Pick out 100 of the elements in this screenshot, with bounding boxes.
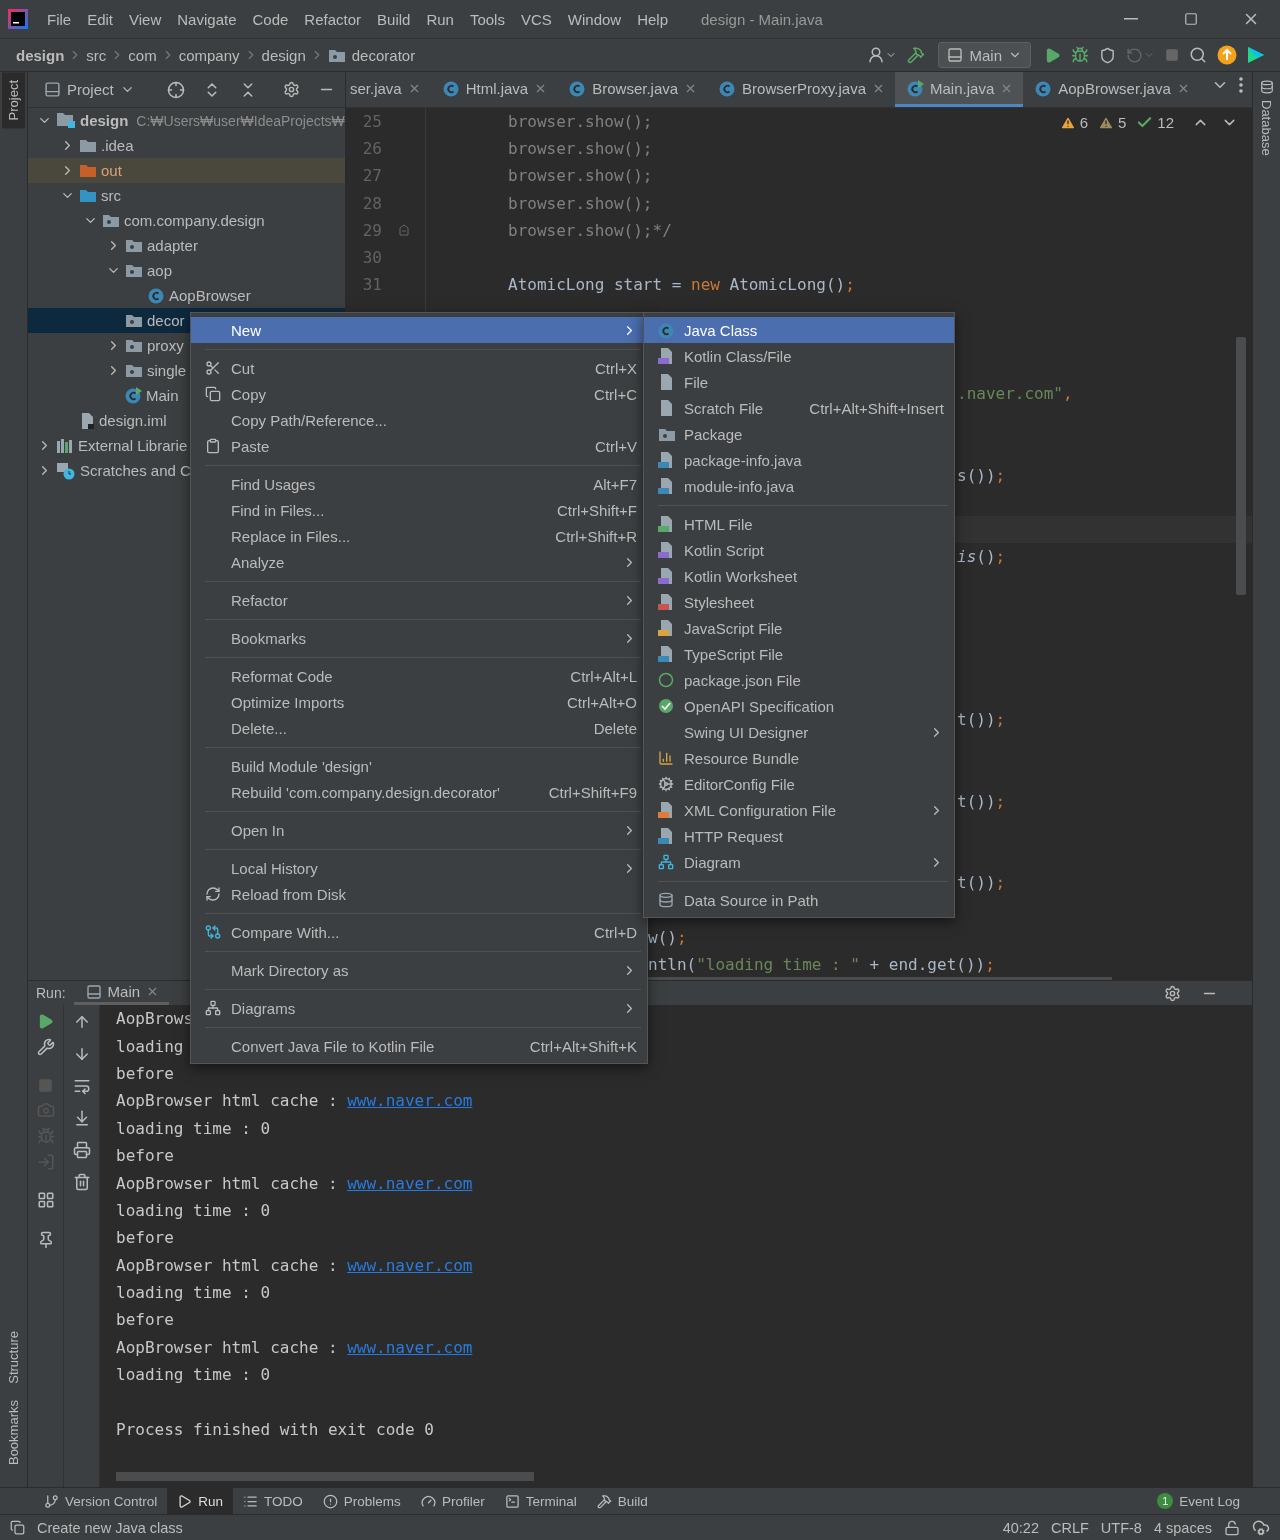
breadcrumb[interactable]: company [178, 46, 240, 64]
menu-item[interactable]: JavaScript File [644, 615, 954, 641]
wrench-icon[interactable] [36, 1038, 55, 1056]
console-link[interactable]: www.naver.com [347, 1091, 473, 1111]
menu-item[interactable]: Compare With... Ctrl+D [191, 919, 647, 945]
menu-item[interactable]: Reformat Code Ctrl+Alt+L [191, 663, 647, 689]
printer-icon[interactable] [72, 1141, 91, 1159]
editor-tab[interactable]: Main.java [895, 72, 1024, 107]
editor-tab[interactable]: BrowserProxy.java [707, 72, 896, 107]
menu-item[interactable]: HTTP Request [644, 823, 954, 849]
tool-tab[interactable]: Terminal [494, 1488, 587, 1514]
menu-item[interactable]: Reload from Disk [191, 881, 647, 907]
tool-tab[interactable]: Version Control [34, 1488, 168, 1514]
breadcrumb[interactable]: decorator [351, 46, 416, 64]
scrollbar-thumb[interactable] [1236, 337, 1246, 595]
editor-tab[interactable]: Browser.java [557, 72, 708, 107]
menu-item[interactable]: Cut Ctrl+X [191, 355, 647, 381]
menu-item[interactable]: File [40, 10, 79, 28]
tool-window-button[interactable]: Database [1255, 72, 1278, 164]
tool-window-button[interactable]: Bookmarks [2, 1391, 25, 1473]
editor-tab[interactable]: Html.java [430, 72, 558, 107]
menu-item[interactable]: Find in Files... Ctrl+Shift+F [191, 497, 647, 523]
tool-window-button[interactable]: Structure [2, 1323, 25, 1392]
settings-icon[interactable] [1164, 984, 1181, 1002]
menu-item[interactable]: Package [644, 421, 954, 447]
indent-setting[interactable]: 4 spaces [1153, 1519, 1212, 1536]
line-ending[interactable]: CRLF [1051, 1519, 1089, 1536]
menu-item[interactable]: Rebuild 'com.company.design.decorator' Ctrl+Shift+F9 [191, 779, 647, 805]
breadcrumb[interactable]: design [16, 46, 65, 64]
tool-tab[interactable]: Problems [312, 1488, 411, 1514]
panel-icon[interactable] [10, 1520, 25, 1535]
menu-item[interactable]: XML Configuration File [644, 797, 954, 823]
menu-item[interactable]: Optimize Imports Ctrl+Alt+O [191, 689, 647, 715]
lock-open-icon[interactable] [1224, 1519, 1240, 1536]
menu-item[interactable]: Diagrams [191, 995, 647, 1021]
menu-item[interactable]: File [644, 369, 954, 395]
breadcrumb[interactable]: design [261, 46, 306, 64]
tree-row[interactable]: com.company.design [28, 208, 345, 233]
trash-icon[interactable] [72, 1173, 91, 1191]
menu-item[interactable]: Convert Java File to Kotlin File Ctrl+Alt+Shift+K [191, 1033, 647, 1059]
console-link[interactable]: www.naver.com [347, 1255, 473, 1275]
menu-item[interactable]: Build Module 'design' [191, 753, 647, 779]
tool-tab[interactable]: Profiler [410, 1488, 495, 1514]
run-config-dropdown[interactable]: Main [938, 42, 1031, 68]
menu-item[interactable]: Build [370, 10, 418, 28]
panel-title[interactable]: Project [67, 81, 114, 98]
menu-item[interactable]: Copy Path/Reference... [191, 407, 647, 433]
tree-row[interactable]: design C:₩Users₩user₩IdeaProjects₩ [28, 108, 345, 133]
menu-item[interactable]: Replace in Files... Ctrl+Shift+R [191, 523, 647, 549]
menu-item[interactable]: View [122, 10, 169, 28]
tree-row[interactable]: src [28, 183, 345, 208]
menu-item[interactable]: VCS [513, 10, 559, 28]
console-link[interactable]: www.naver.com [347, 1337, 473, 1357]
menu-item[interactable]: Java Class [644, 317, 954, 343]
tree-row[interactable]: out [28, 158, 345, 183]
menu-item[interactable]: EditorConfig File [644, 771, 954, 797]
menu-item[interactable]: Run [419, 10, 461, 28]
menu-item[interactable]: OpenAPI Specification [644, 693, 954, 719]
menu-item[interactable]: Scratch File Ctrl+Alt+Shift+Insert [644, 395, 954, 421]
menu-item[interactable]: Delete... Delete [191, 715, 647, 741]
tool-tab[interactable]: Run [167, 1488, 234, 1514]
menu-item[interactable]: Find Usages Alt+F7 [191, 471, 647, 497]
wrap-icon[interactable] [72, 1077, 91, 1095]
event-log-button[interactable]: 1 Event Log [1147, 1488, 1250, 1514]
tool-tab[interactable]: TODO [233, 1488, 313, 1514]
encoding[interactable]: UTF-8 [1100, 1519, 1142, 1536]
breadcrumb[interactable]: com [128, 46, 157, 64]
menu-item[interactable]: Help [630, 10, 676, 28]
menu-item[interactable]: Open In [191, 817, 647, 843]
caret-position[interactable]: 40:22 [1002, 1519, 1039, 1536]
menu-item[interactable]: Analyze [191, 549, 647, 575]
cloud-gear-icon[interactable] [1252, 1518, 1270, 1537]
menu-item[interactable]: Diagram [644, 849, 954, 875]
menu-item[interactable]: Edit [80, 10, 121, 28]
menu-item[interactable]: Navigate [170, 10, 244, 28]
menu-item[interactable]: Kotlin Class/File [644, 343, 954, 369]
menu-item[interactable]: module-info.java [644, 473, 954, 499]
breadcrumb[interactable]: src [86, 46, 107, 64]
menu-item[interactable]: Stylesheet [644, 589, 954, 615]
tool-window-button[interactable]: Project [2, 72, 25, 129]
tree-row[interactable]: aop [28, 258, 345, 283]
menu-item[interactable]: TypeScript File [644, 641, 954, 667]
menu-item[interactable]: Swing UI Designer [644, 719, 954, 745]
menu-item[interactable]: Window [560, 10, 629, 28]
settings-icon[interactable] [283, 81, 300, 98]
run-icon[interactable] [37, 1013, 54, 1030]
layout-icon[interactable] [36, 1191, 55, 1209]
tree-row[interactable]: .idea [28, 133, 345, 158]
menu-item[interactable]: Kotlin Worksheet [644, 563, 954, 589]
menu-item[interactable]: Refactor [191, 587, 647, 613]
tree-row[interactable]: AopBrowser [28, 283, 345, 308]
menu-item[interactable]: Bookmarks [191, 625, 647, 651]
tree-row[interactable]: adapter [28, 233, 345, 258]
console-link[interactable]: www.naver.com [347, 1173, 473, 1193]
menu-item[interactable]: Copy Ctrl+C [191, 381, 647, 407]
scrollbar-thumb[interactable] [116, 1472, 534, 1481]
menu-item[interactable]: Paste Ctrl+V [191, 433, 647, 459]
menu-item[interactable]: Local History [191, 855, 647, 881]
menu-item[interactable]: HTML File [644, 511, 954, 537]
menu-item[interactable]: Mark Directory as [191, 957, 647, 983]
